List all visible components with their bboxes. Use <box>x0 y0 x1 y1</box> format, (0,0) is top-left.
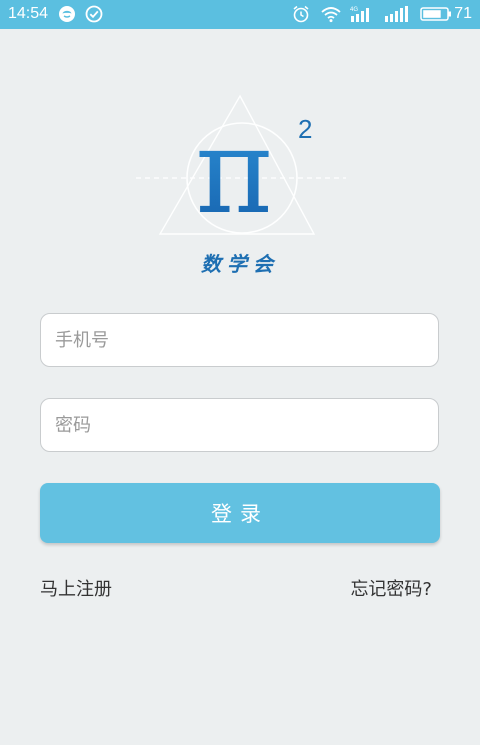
battery-icon <box>420 7 451 21</box>
forgot-password-link[interactable]: 忘记密码? <box>350 575 432 601</box>
register-link[interactable]: 马上注册 <box>40 575 112 601</box>
signal-icon <box>385 6 408 22</box>
phone-input[interactable] <box>41 314 438 366</box>
password-field[interactable] <box>40 398 439 452</box>
check-circle-icon <box>85 5 103 23</box>
alarm-icon <box>293 5 309 23</box>
network-label: 4G <box>350 7 358 13</box>
superscript-two: 2 <box>298 114 312 144</box>
app-logo: π 2 <box>136 94 346 240</box>
signal-4g-icon: 4G <box>350 7 369 22</box>
login-button[interactable]: 登录 <box>40 483 440 543</box>
status-time: 14:54 <box>8 5 49 22</box>
qq-icon <box>59 6 75 22</box>
phone-field[interactable] <box>40 313 439 367</box>
pi-symbol: π <box>195 102 273 240</box>
wifi-icon <box>321 7 341 23</box>
password-input[interactable] <box>41 399 438 451</box>
battery-level: 71 <box>454 5 472 22</box>
app-name: 数学会 <box>201 252 279 276</box>
status-bar: 14:54 4G 71 <box>0 0 480 29</box>
